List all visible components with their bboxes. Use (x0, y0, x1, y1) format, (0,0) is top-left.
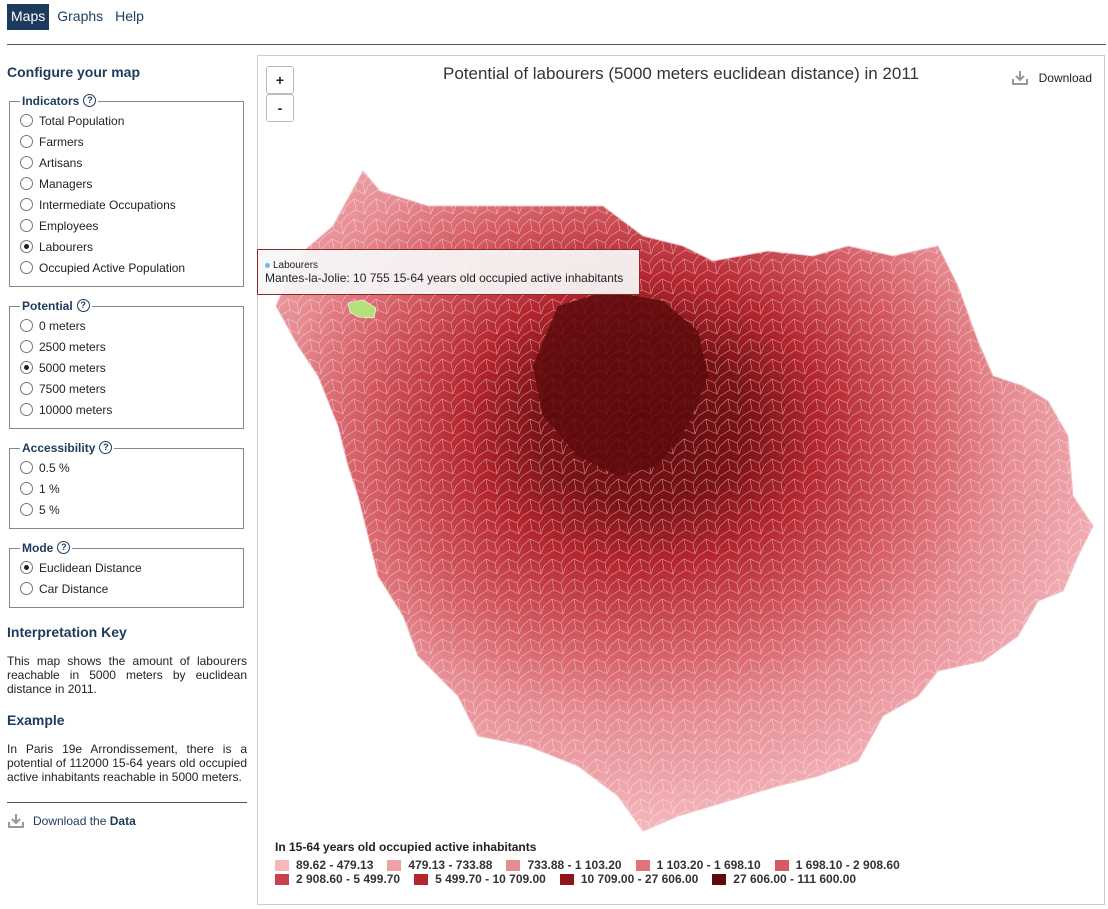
option-car-distance[interactable]: Car Distance (20, 578, 235, 599)
option-5000-meters[interactable]: 5000 meters (20, 357, 235, 378)
help-icon[interactable]: ? (83, 94, 97, 107)
download-data-link[interactable]: Download the Data (7, 813, 247, 829)
example-text: In Paris 19e Arrondissement, there is a … (7, 742, 247, 784)
radio-icon-selected[interactable] (20, 361, 33, 374)
mode-group: Mode? Euclidean Distance Car Distance (9, 541, 244, 608)
radio-icon[interactable] (20, 403, 33, 416)
top-nav: Maps Graphs Help (7, 4, 152, 30)
legend-item[interactable]: 27 606.00 - 111 600.00 (712, 872, 856, 886)
tab-graphs[interactable]: Graphs (53, 4, 107, 30)
help-icon[interactable]: ? (57, 541, 71, 554)
radio-icon[interactable] (20, 482, 33, 495)
radio-icon-selected[interactable] (20, 561, 33, 574)
help-icon[interactable]: ? (99, 441, 113, 454)
option-10000-meters[interactable]: 10000 meters (20, 399, 235, 420)
option-7500-meters[interactable]: 7500 meters (20, 378, 235, 399)
radio-icon[interactable] (20, 461, 33, 474)
sidebar-title: Configure your map (7, 64, 141, 80)
example-title: Example (7, 712, 65, 728)
legend: 89.62 - 479.13 479.13 - 733.88 733.88 - … (275, 858, 975, 886)
legend-item[interactable]: 1 698.10 - 2 908.60 (774, 858, 900, 872)
option-artisans[interactable]: Artisans (20, 152, 235, 173)
radio-icon[interactable] (20, 261, 33, 274)
radio-icon[interactable] (20, 219, 33, 232)
legend-swatch (275, 859, 289, 871)
radio-icon[interactable] (20, 582, 33, 595)
option-total-population[interactable]: Total Population (20, 110, 235, 131)
sidebar: Configure your map Indicators? Total Pop… (7, 58, 247, 829)
divider (7, 44, 1106, 45)
accessibility-group: Accessibility? 0.5 % 1 % 5 % (9, 441, 244, 529)
legend-item[interactable]: 733.88 - 1 103.20 (506, 858, 622, 872)
legend-item[interactable]: 2 908.60 - 5 499.70 (275, 872, 400, 886)
radio-icon-selected[interactable] (20, 240, 33, 253)
download-icon (8, 814, 24, 828)
map-panel: + - Potential of labourers (5000 meters … (257, 55, 1105, 905)
accessibility-legend: Accessibility? (20, 441, 114, 455)
radio-icon[interactable] (20, 319, 33, 332)
radio-icon[interactable] (20, 114, 33, 127)
legend-swatch (275, 873, 289, 885)
legend-swatch (712, 873, 727, 885)
radio-icon[interactable] (20, 177, 33, 190)
help-icon[interactable]: ? (76, 299, 90, 312)
option-0-meters[interactable]: 0 meters (20, 315, 235, 336)
legend-item[interactable]: 89.62 - 479.13 (275, 858, 373, 872)
radio-icon[interactable] (20, 135, 33, 148)
radio-icon[interactable] (20, 156, 33, 169)
option-euclidean-distance[interactable]: Euclidean Distance (20, 557, 235, 578)
option-1-percent[interactable]: 1 % (20, 478, 235, 499)
option-employees[interactable]: Employees (20, 215, 235, 236)
tooltip-text: Mantes-la-Jolie: 10 755 15-64 years old … (265, 271, 624, 285)
legend-swatch (635, 859, 650, 871)
legend-swatch (414, 873, 429, 885)
option-farmers[interactable]: Farmers (20, 131, 235, 152)
option-5-percent[interactable]: 5 % (20, 499, 235, 520)
indicators-group: Indicators? Total Population Farmers Art… (9, 94, 244, 287)
mode-legend: Mode? (20, 541, 72, 555)
potential-group: Potential? 0 meters 2500 meters 5000 met… (9, 299, 244, 429)
indicators-legend: Indicators? (20, 94, 98, 108)
legend-title: In 15-64 years old occupied active inhab… (275, 840, 537, 854)
legend-item[interactable]: 5 499.70 - 10 709.00 (414, 872, 546, 886)
legend-swatch (506, 859, 521, 871)
radio-icon[interactable] (20, 382, 33, 395)
legend-item[interactable]: 1 103.20 - 1 698.10 (635, 858, 761, 872)
interpretation-title: Interpretation Key (7, 624, 127, 640)
legend-swatch (559, 873, 574, 885)
option-2500-meters[interactable]: 2500 meters (20, 336, 235, 357)
interpretation-text: This map shows the amount of labourers r… (7, 654, 247, 696)
option-intermediate-occupations[interactable]: Intermediate Occupations (20, 194, 235, 215)
legend-item[interactable]: 479.13 - 733.88 (387, 858, 492, 872)
divider (7, 802, 247, 803)
legend-item[interactable]: 10 709.00 - 27 606.00 (559, 872, 698, 886)
radio-icon[interactable] (20, 198, 33, 211)
radio-icon[interactable] (20, 503, 33, 516)
map-tooltip: Labourers Mantes-la-Jolie: 10 755 15-64 … (257, 249, 640, 295)
potential-legend: Potential? (20, 299, 92, 313)
option-labourers[interactable]: Labourers (20, 236, 235, 257)
option-managers[interactable]: Managers (20, 173, 235, 194)
legend-swatch (387, 859, 402, 871)
choropleth-map[interactable] (258, 56, 1104, 904)
radio-icon[interactable] (20, 340, 33, 353)
tab-help[interactable]: Help (111, 4, 148, 30)
tab-maps[interactable]: Maps (7, 4, 50, 30)
option-occupied-active-population[interactable]: Occupied Active Population (20, 257, 235, 278)
legend-swatch (774, 859, 789, 871)
option-0-5-percent[interactable]: 0.5 % (20, 457, 235, 478)
series-dot-icon (265, 263, 270, 268)
